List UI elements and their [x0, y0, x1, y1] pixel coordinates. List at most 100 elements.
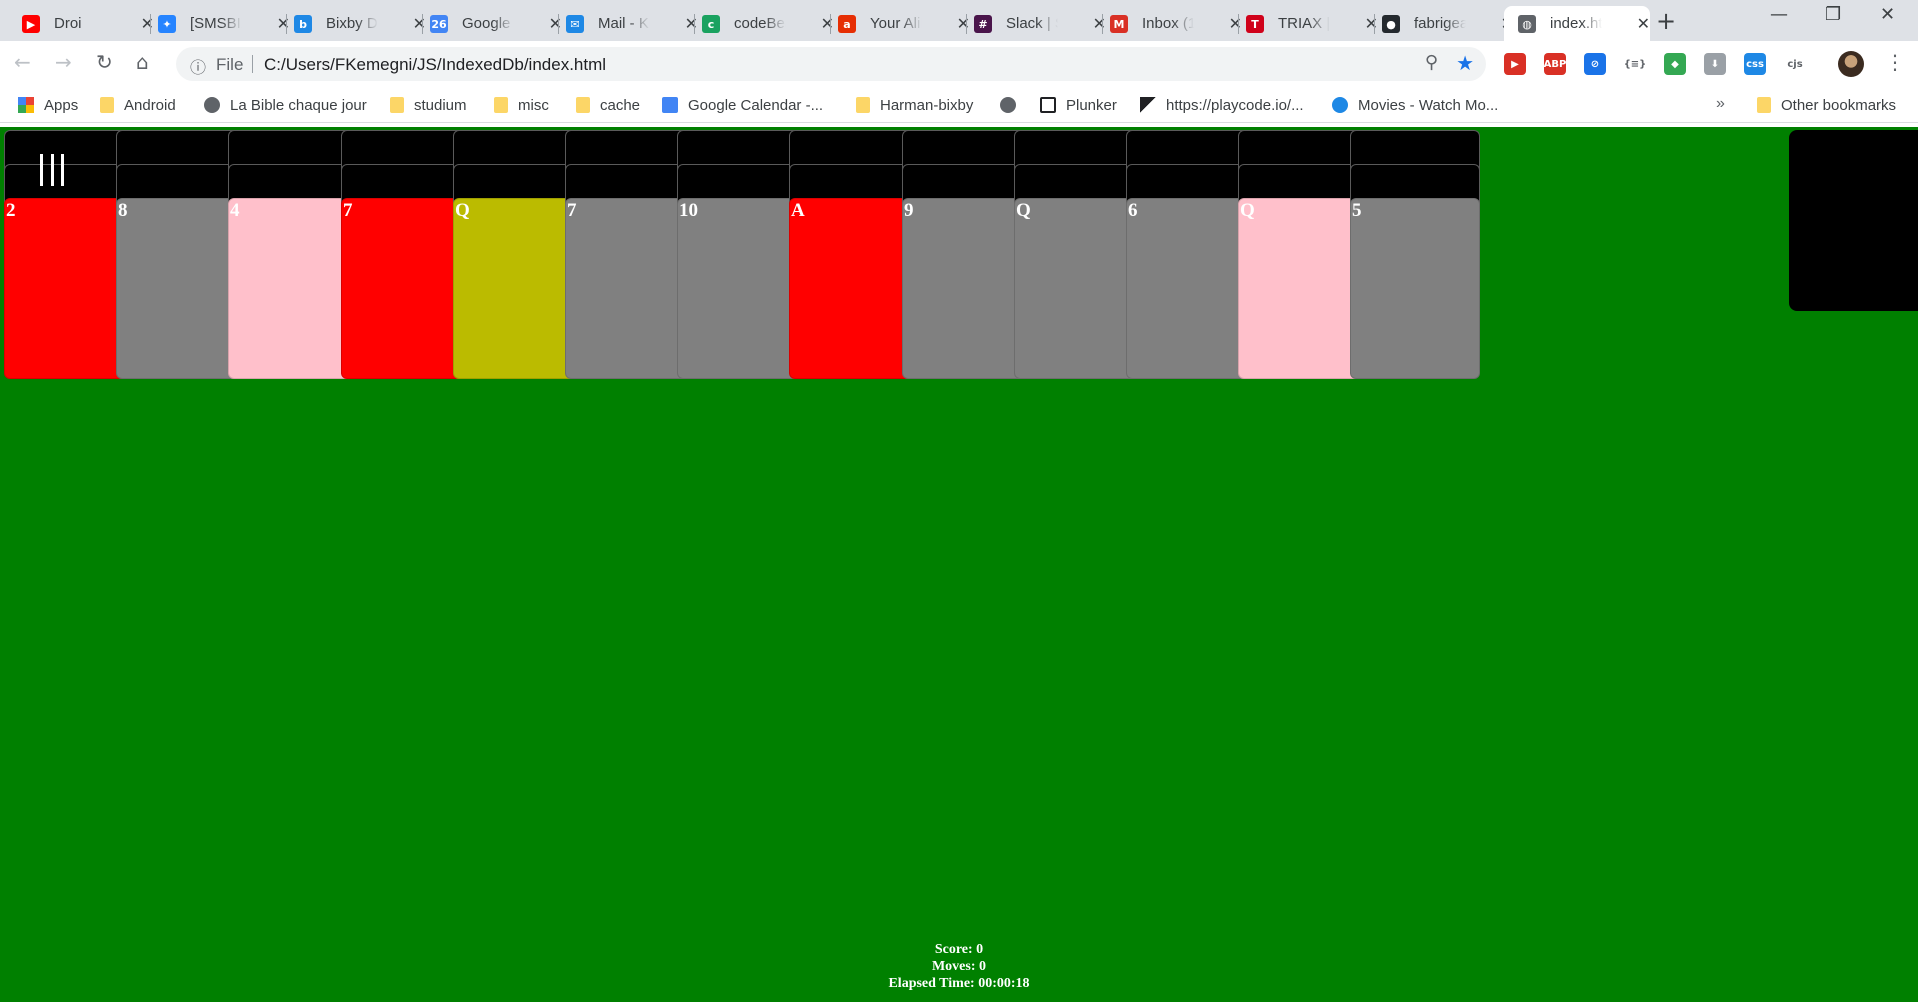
- download-arrow-icon[interactable]: ⬇: [1704, 53, 1726, 75]
- bookmark-label: Harman-bixby: [880, 96, 974, 114]
- bookmark-item[interactable]: misc: [494, 95, 549, 115]
- close-tab-icon[interactable]: ✕: [141, 14, 154, 33]
- tab[interactable]: T TRIAX | I ✕: [1246, 6, 1378, 41]
- bookmark-star-icon[interactable]: ★: [1456, 51, 1474, 75]
- tab[interactable]: # Slack | S ✕: [974, 6, 1106, 41]
- face-up-card[interactable]: A: [789, 198, 919, 379]
- address-bar[interactable]: ⓘ File C:/Users/FKemegni/JS/IndexedDb/in…: [176, 47, 1486, 81]
- tab[interactable]: ✉ Mail - Kr ✕: [566, 6, 698, 41]
- moves-text: Moves: 0: [931, 959, 987, 974]
- home-button[interactable]: ⌂: [136, 50, 149, 74]
- url-scheme: File: [216, 55, 244, 74]
- stock-pile[interactable]: [1789, 130, 1918, 311]
- tab-title: Google C: [462, 15, 514, 32]
- bookmark-label: Movies - Watch Mo...: [1358, 96, 1499, 114]
- folder-icon: [390, 97, 404, 113]
- face-up-card[interactable]: Q: [453, 198, 583, 379]
- card-rank: Q: [455, 200, 470, 221]
- extension-red-icon[interactable]: ▶: [1504, 53, 1526, 75]
- bookmark-item[interactable]: [1000, 95, 1026, 115]
- close-tab-icon[interactable]: ✕: [1637, 14, 1650, 33]
- face-up-card[interactable]: 10: [677, 198, 807, 379]
- face-up-card[interactable]: 7: [565, 198, 695, 379]
- face-up-card[interactable]: Q: [1238, 198, 1368, 379]
- close-tab-icon[interactable]: ✕: [685, 14, 698, 33]
- close-tab-icon[interactable]: ✕: [957, 14, 970, 33]
- bookmark-label: Android: [124, 96, 176, 114]
- close-tab-icon[interactable]: ✕: [413, 14, 426, 33]
- bookmark-item[interactable]: cache: [576, 95, 640, 115]
- forward-button[interactable]: →: [55, 50, 72, 74]
- other-bookmarks[interactable]: Other bookmarks: [1757, 95, 1896, 115]
- tab-separator: [694, 14, 695, 34]
- face-up-card[interactable]: 6: [1126, 198, 1256, 379]
- card-rank: A: [791, 200, 805, 221]
- tab[interactable]: c codeBea ✕: [702, 6, 834, 41]
- globe-icon: ◍: [1518, 15, 1536, 33]
- tab[interactable]: ✦ [SMSBIX ✕: [158, 6, 290, 41]
- card-rank: 5: [1352, 200, 1362, 221]
- game-board: Score: 0 Moves: 0 Elapsed Time: 00:00:18…: [0, 127, 1918, 1002]
- face-up-card[interactable]: Q: [1014, 198, 1144, 379]
- back-button[interactable]: ←: [14, 50, 31, 74]
- info-icon[interactable]: ⓘ: [190, 54, 206, 78]
- close-tab-icon[interactable]: ✕: [549, 14, 562, 33]
- profile-avatar[interactable]: [1838, 51, 1864, 77]
- close-tab-icon[interactable]: ✕: [1093, 14, 1106, 33]
- globe-icon: [204, 97, 220, 113]
- face-up-card[interactable]: 9: [902, 198, 1032, 379]
- bookmark-item[interactable]: Movies - Watch Mo...: [1332, 95, 1498, 115]
- reload-button[interactable]: ↻: [96, 50, 113, 74]
- codebeautify-icon: c: [702, 15, 720, 33]
- minimize-icon[interactable]: —: [1770, 4, 1788, 25]
- restore-icon[interactable]: ❐: [1825, 4, 1841, 25]
- tab[interactable]: ▶ Droi ✕: [22, 6, 154, 41]
- tab-title: Droi: [54, 15, 82, 32]
- tab-title: [SMSBIX: [190, 15, 242, 32]
- bookmark-item[interactable]: Plunker: [1040, 95, 1117, 115]
- face-up-card[interactable]: 8: [116, 198, 246, 379]
- close-tab-icon[interactable]: ✕: [277, 14, 290, 33]
- tab-title: fabrigea: [1414, 15, 1466, 32]
- bookmark-item[interactable]: Harman-bixby: [856, 95, 973, 115]
- face-up-card[interactable]: 5: [1350, 198, 1480, 379]
- play-circle-icon: [1332, 97, 1348, 113]
- tab[interactable]: b Bixby De ✕: [294, 6, 426, 41]
- bookmark-item[interactable]: La Bible chaque jour: [204, 95, 367, 115]
- css-icon[interactable]: css: [1744, 53, 1766, 75]
- hamburger-menu-icon[interactable]: [40, 154, 64, 186]
- close-tab-icon[interactable]: ✕: [1365, 14, 1378, 33]
- close-tab-icon[interactable]: ✕: [821, 14, 834, 33]
- face-up-card[interactable]: 2: [4, 198, 134, 379]
- tab[interactable]: ◍ index.ht ✕: [1504, 6, 1650, 41]
- folder-icon: [856, 97, 870, 113]
- cjs-icon[interactable]: cjs: [1784, 53, 1806, 75]
- tab[interactable]: M Inbox (1 ✕: [1110, 6, 1242, 41]
- tab[interactable]: ●fabrigea✕: [1382, 6, 1514, 41]
- card-rank: 8: [118, 200, 128, 221]
- tab[interactable]: 26 Google C ✕: [430, 6, 562, 41]
- menu-icon[interactable]: ⋮: [1885, 50, 1905, 74]
- folder-icon: [1757, 97, 1771, 113]
- bookmark-label: Apps: [44, 96, 79, 114]
- close-tab-icon[interactable]: ✕: [1229, 14, 1242, 33]
- bookmark-item[interactable]: https://playcode.io/...: [1140, 95, 1304, 115]
- face-up-card[interactable]: 7: [341, 198, 471, 379]
- tab[interactable]: a Your AliE ✕: [838, 6, 970, 41]
- json-icon[interactable]: {≡}: [1624, 53, 1646, 75]
- close-window-icon[interactable]: ✕: [1880, 4, 1895, 25]
- face-up-card[interactable]: 4: [228, 198, 358, 379]
- bookmark-item[interactable]: Apps: [18, 95, 78, 115]
- download-icon: [1040, 97, 1056, 113]
- zoom-icon[interactable]: ⚲: [1425, 52, 1438, 73]
- tab-title: Inbox (1: [1142, 15, 1194, 32]
- bookmark-item[interactable]: Google Calendar -...: [662, 95, 823, 115]
- url-text[interactable]: C:/Users/FKemegni/JS/IndexedDb/index.htm…: [264, 55, 606, 75]
- bookmark-item[interactable]: Android: [100, 95, 176, 115]
- bookmarks-overflow-button[interactable]: »: [1716, 95, 1725, 113]
- new-tab-button[interactable]: +: [1656, 7, 1676, 35]
- adblock-icon[interactable]: ABP: [1544, 53, 1566, 75]
- block-icon[interactable]: ⊘: [1584, 53, 1606, 75]
- bookmark-item[interactable]: studium: [390, 95, 467, 115]
- colorful-extension-icon[interactable]: ◆: [1664, 53, 1686, 75]
